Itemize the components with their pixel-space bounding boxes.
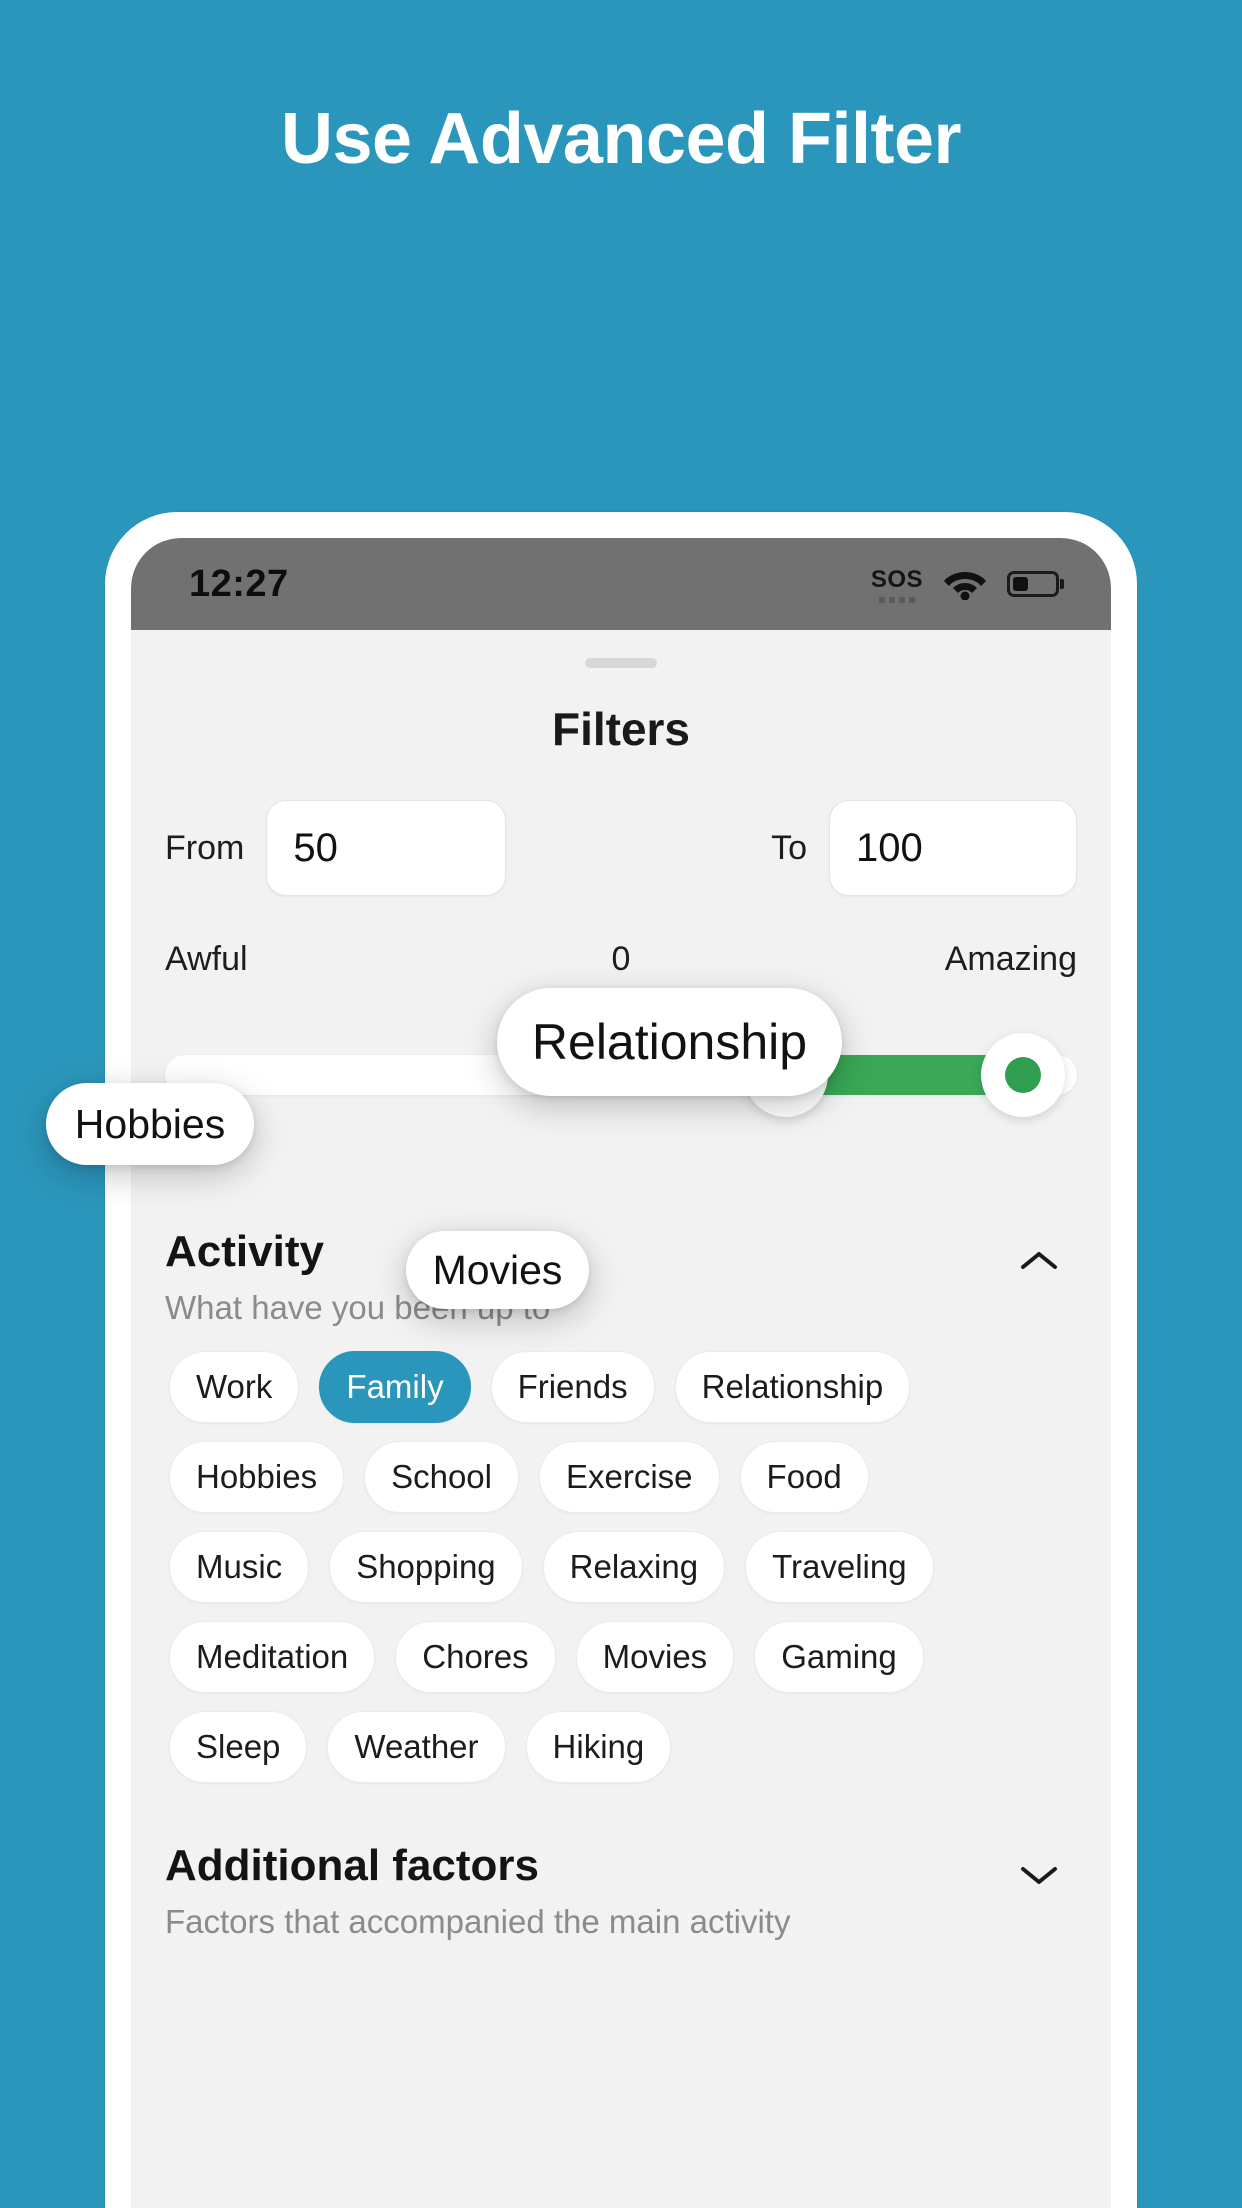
status-bar-time: 12:27: [189, 562, 289, 605]
activity-chip[interactable]: Movies: [575, 1621, 735, 1693]
to-input[interactable]: 100: [829, 800, 1077, 896]
slider-min-label: Awful: [165, 940, 248, 978]
additional-factors-section: Additional factors Factors that accompan…: [131, 1841, 1111, 1941]
to-label: To: [771, 828, 807, 867]
chevron-up-icon[interactable]: [1019, 1249, 1059, 1273]
activity-chip[interactable]: Hobbies: [169, 1441, 345, 1513]
magnified-chip-relationship[interactable]: Relationship: [497, 988, 842, 1096]
additional-factors-text: Additional factors Factors that accompan…: [165, 1841, 790, 1941]
range-row: From 50 To 100: [131, 800, 1111, 896]
sheet-title: Filters: [551, 703, 691, 755]
from-input[interactable]: 50: [266, 800, 507, 896]
additional-factors-header[interactable]: Additional factors Factors that accompan…: [165, 1841, 1077, 1941]
slider-labels: Awful 0 Amazing: [165, 940, 1077, 1062]
magnified-chip-hobbies[interactable]: Hobbies: [46, 1083, 254, 1165]
status-bar: 12:27 SOS: [131, 538, 1111, 630]
chip-row: Music Shopping Relaxing Traveling: [165, 1531, 1077, 1603]
magnified-chip-movies[interactable]: Movies: [406, 1231, 589, 1309]
activity-chip[interactable]: Weather: [327, 1711, 506, 1783]
activity-chip[interactable]: Relaxing: [542, 1531, 726, 1603]
activity-chip[interactable]: Music: [169, 1531, 310, 1603]
chevron-down-icon[interactable]: [1019, 1863, 1059, 1887]
sheet-drag-handle[interactable]: [585, 658, 657, 668]
promo-heading: Use Advanced Filter: [280, 99, 962, 179]
battery-fill: [1013, 577, 1029, 591]
chip-row: Work Family Friends Relationship: [165, 1351, 1077, 1423]
activity-chip[interactable]: Work: [169, 1351, 300, 1423]
additional-factors-subtitle: Factors that accompanied the main activi…: [165, 1903, 791, 1940]
phone-screen: 12:27 SOS Filters From 50 To 100 Awful 0…: [131, 538, 1111, 2208]
activity-chip-list: Work Family Friends Relationship Hobbies…: [165, 1351, 1077, 1783]
activity-chip[interactable]: Friends: [490, 1351, 655, 1423]
battery-icon: [1007, 571, 1059, 597]
slider-max-label: Amazing: [944, 940, 1077, 978]
activity-chip[interactable]: Gaming: [754, 1621, 924, 1693]
sos-indicator: SOS: [871, 566, 923, 603]
activity-chip[interactable]: School: [364, 1441, 519, 1513]
activity-chip[interactable]: Shopping: [329, 1531, 523, 1603]
activity-chip[interactable]: Family: [319, 1351, 471, 1423]
filters-sheet: Filters From 50 To 100 Awful 0 Amazing A…: [131, 658, 1111, 2208]
phone-frame: 12:27 SOS Filters From 50 To 100 Awful 0…: [105, 512, 1137, 2208]
from-label: From: [165, 828, 245, 867]
status-bar-indicators: SOS: [871, 566, 1059, 603]
slider-mid-label: 0: [611, 940, 631, 978]
activity-chip[interactable]: Chores: [395, 1621, 556, 1693]
activity-section-header[interactable]: Activity What have you been up to: [165, 1227, 1077, 1327]
activity-chip[interactable]: Relationship: [674, 1351, 911, 1423]
activity-chip[interactable]: Food: [739, 1441, 869, 1513]
slider-thumb-high[interactable]: [981, 1033, 1066, 1117]
chip-row: Hobbies School Exercise Food: [165, 1441, 1077, 1513]
signal-dots-icon: [878, 596, 915, 603]
sos-label: SOS: [870, 565, 923, 593]
activity-chip[interactable]: Hiking: [525, 1711, 672, 1783]
activity-chip[interactable]: Sleep: [169, 1711, 308, 1783]
activity-chip[interactable]: Traveling: [745, 1531, 934, 1603]
slider-thumb-high-dot: [1005, 1057, 1042, 1093]
additional-factors-title: Additional factors: [165, 1841, 540, 1890]
activity-chip[interactable]: Exercise: [538, 1441, 720, 1513]
activity-section: Activity What have you been up to Work F…: [131, 1227, 1111, 1783]
activity-chip[interactable]: Meditation: [169, 1621, 376, 1693]
wifi-icon: [944, 572, 986, 600]
chip-row: Meditation Chores Movies Gaming: [165, 1621, 1077, 1693]
chip-row: Sleep Weather Hiking: [165, 1711, 1077, 1783]
